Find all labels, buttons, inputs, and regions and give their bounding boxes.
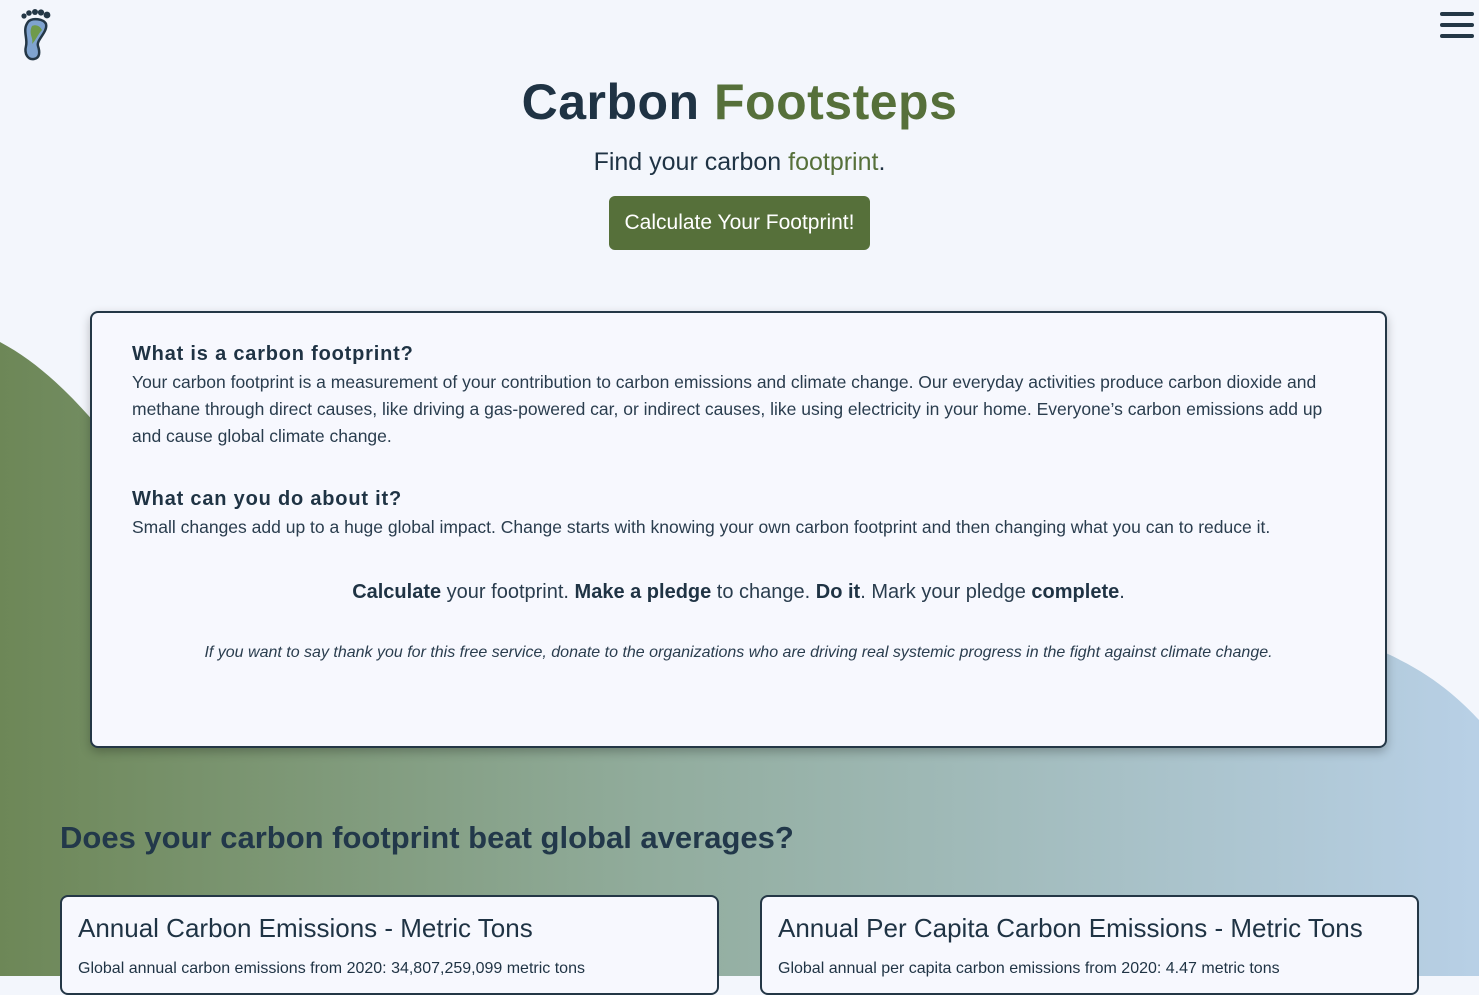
calculate-footprint-button[interactable]: Calculate Your Footprint! (608, 196, 871, 250)
step-pledge: Make a pledge (574, 581, 712, 603)
menu-bar (1440, 23, 1474, 27)
per-capita-emissions-card: Annual Per Capita Carbon Emissions - Met… (760, 895, 1419, 995)
answer-paragraph-1: Your carbon footprint is a measurement o… (132, 372, 1323, 446)
step-calculate: Calculate (352, 581, 442, 603)
averages-section-title: Does your carbon footprint beat global a… (60, 820, 794, 855)
tagline-highlight: footprint (788, 148, 879, 176)
info-card: What is a carbon footprint? Your carbon … (90, 311, 1387, 748)
question-heading-2: What can you do about it? (132, 488, 402, 510)
stat-card-title: Annual Per Capita Carbon Emissions - Met… (778, 913, 1363, 943)
stat-card-title: Annual Carbon Emissions - Metric Tons (78, 913, 533, 943)
tagline-text: Find your carbon (593, 148, 789, 176)
hamburger-menu-icon[interactable] (1440, 12, 1474, 42)
stat-card-text: Global annual per capita carbon emission… (778, 960, 1280, 977)
step-do-it: Do it (815, 581, 861, 603)
step-text: your footprint. (441, 581, 575, 603)
answer-paragraph-2: Small changes add up to a huge global im… (132, 517, 1271, 537)
site-title: Carbon Footsteps (0, 70, 1479, 134)
steps-line: Calculate your footprint. Make a pledge … (132, 579, 1345, 605)
step-text: to change. (711, 581, 816, 603)
hero-section: Carbon Footsteps Find your carbon footpr… (0, 70, 1479, 250)
step-complete: complete (1031, 581, 1120, 603)
annual-emissions-card: Annual Carbon Emissions - Metric Tons Gl… (60, 895, 719, 995)
tagline: Find your carbon footprint. (0, 146, 1479, 178)
step-text: . Mark your pledge (860, 581, 1032, 603)
stat-card-text: Global annual carbon emissions from 2020… (78, 960, 585, 977)
tagline-end: . (878, 148, 886, 176)
question-heading-1: What is a carbon footprint? (132, 343, 414, 365)
footprint-logo-icon[interactable] (18, 8, 54, 62)
site-title-part2: Footsteps (714, 74, 958, 130)
donate-note: If you want to say thank you for this fr… (204, 644, 1273, 661)
site-title-part1: Carbon (521, 74, 700, 130)
menu-bar (1440, 34, 1474, 38)
menu-bar (1440, 12, 1474, 16)
step-text: . (1119, 581, 1125, 603)
